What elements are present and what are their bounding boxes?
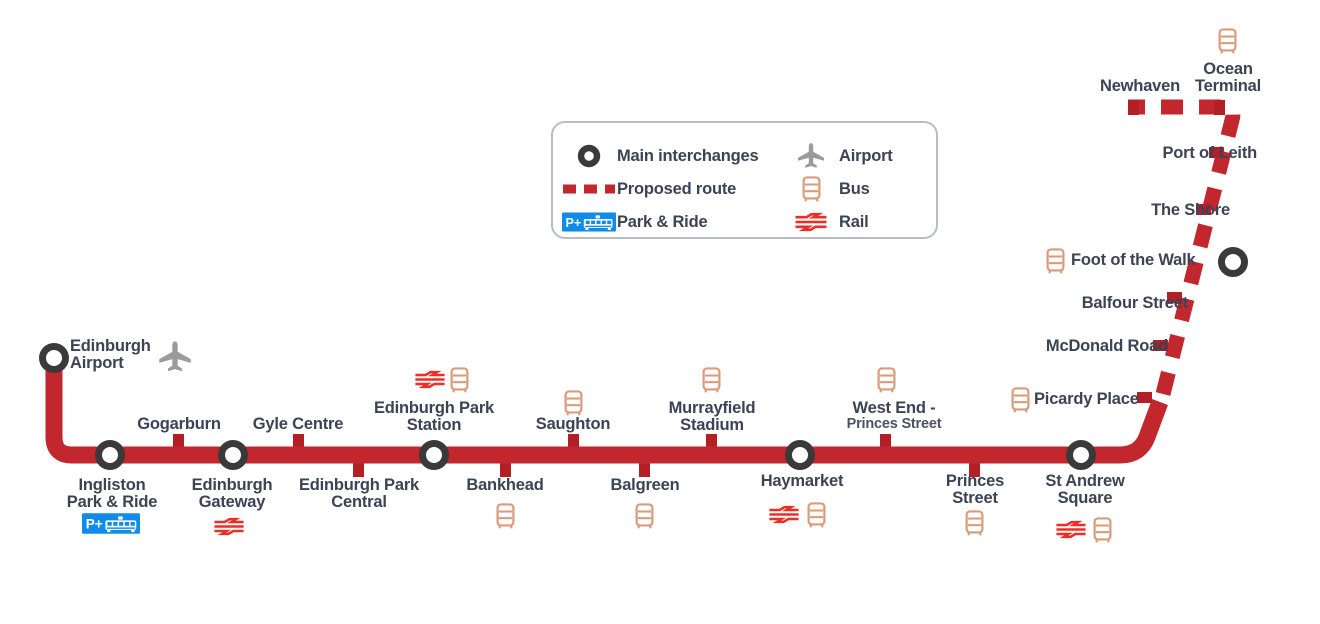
- interchange-marker-st-andrew-square[interactable]: [1066, 440, 1096, 470]
- station-label-edinburgh-airport[interactable]: Edinburgh Airport: [70, 338, 151, 372]
- airport-icon: [783, 142, 839, 170]
- map-icons: [82, 28, 1237, 544]
- rail-icon: [783, 212, 839, 232]
- station-label-edinburgh-park-central[interactable]: Edinburgh Park Central: [299, 477, 419, 511]
- interchange-marker-edinburgh-gateway[interactable]: [218, 440, 248, 470]
- legend-label-proposed-route: Proposed route: [617, 179, 737, 198]
- bus-icon-saughton: [564, 390, 583, 417]
- legend-item-park-and-ride: Park & Ride: [561, 209, 708, 235]
- station-label-port-of-leith[interactable]: Port of Leith: [1162, 145, 1257, 162]
- bus-icon-picardy-place: [1011, 387, 1030, 414]
- station-label-murrayfield-stadium[interactable]: Murrayfield Stadium: [669, 400, 756, 434]
- interchange-marker-haymarket[interactable]: [785, 440, 815, 470]
- legend-item-rail: Rail: [783, 209, 869, 235]
- station-label-balfour-street[interactable]: Balfour Street: [1082, 295, 1189, 312]
- station-label-bankhead[interactable]: Bankhead: [466, 477, 543, 494]
- station-label-west-end-princes-street[interactable]: West End - Princes Street: [847, 400, 942, 432]
- bus-icon-balgreen: [635, 503, 654, 530]
- station-label-princes-street[interactable]: Princes Street: [946, 473, 1004, 507]
- bus-icon-ocean-terminal: [1218, 28, 1237, 55]
- legend-item-main-interchanges: Main interchanges: [561, 143, 759, 169]
- station-label-gogarburn[interactable]: Gogarburn: [137, 416, 221, 433]
- station-label-the-shore[interactable]: The Shore: [1151, 202, 1230, 219]
- interchange-marker-foot-of-the-walk[interactable]: [1218, 247, 1248, 277]
- legend: Main interchanges Proposed route Park & …: [551, 121, 938, 239]
- legend-label-airport: Airport: [839, 146, 893, 165]
- bus-icon-west-end: [877, 367, 896, 394]
- station-label-saughton[interactable]: Saughton: [536, 416, 611, 433]
- dashed-line-icon: [561, 183, 617, 195]
- bus-icon-murrayfield-stadium: [702, 367, 721, 394]
- station-label-balgreen[interactable]: Balgreen: [610, 477, 679, 494]
- tram-network-map: P+: [0, 0, 1320, 624]
- station-label-ingliston-park-and-ride[interactable]: Ingliston Park & Ride: [67, 477, 158, 511]
- legend-label-rail: Rail: [839, 212, 869, 231]
- station-label-ocean-terminal[interactable]: Ocean Terminal: [1195, 61, 1261, 95]
- legend-item-proposed-route: Proposed route: [561, 176, 736, 202]
- rail-icon-st-andrew-square: [1055, 520, 1087, 539]
- station-label-edinburgh-gateway[interactable]: Edinburgh Gateway: [192, 477, 273, 511]
- interchange-marker-edinburgh-airport[interactable]: [39, 343, 69, 373]
- rail-icon-haymarket: [768, 505, 800, 524]
- station-label-haymarket[interactable]: Haymarket: [761, 473, 844, 490]
- rail-icon-edinburgh-gateway: [213, 517, 245, 536]
- station-label-gyle-centre[interactable]: Gyle Centre: [253, 416, 344, 433]
- bus-icon-princes-street: [965, 510, 984, 537]
- bus-icon-edinburgh-park-station: [450, 367, 469, 394]
- airport-icon: [159, 341, 191, 372]
- station-label-picardy-place[interactable]: Picardy Place: [1034, 391, 1139, 408]
- legend-label-bus: Bus: [839, 179, 870, 198]
- legend-item-airport: Airport: [783, 143, 893, 169]
- bus-icon-haymarket: [807, 502, 826, 529]
- bus-icon-foot-of-the-walk: [1046, 248, 1065, 275]
- station-label-foot-of-the-walk[interactable]: Foot of the Walk: [1071, 252, 1196, 269]
- interchange-markers: [39, 247, 1248, 470]
- park-ride-icon: [82, 513, 140, 534]
- legend-label-main-interchanges: Main interchanges: [617, 146, 759, 165]
- bus-icon-st-andrew-square: [1093, 517, 1112, 544]
- rail-icon-edinburgh-park-station: [414, 370, 446, 389]
- interchange-marker-icon: [561, 143, 617, 169]
- park-ride-icon: [561, 212, 617, 232]
- bus-icon: [783, 175, 839, 203]
- bus-icon-bankhead: [496, 503, 515, 530]
- interchange-marker-edinburgh-park-station[interactable]: [419, 440, 449, 470]
- station-label-st-andrew-square[interactable]: St Andrew Square: [1045, 473, 1124, 507]
- existing-route-line: [45, 358, 1168, 464]
- station-label-edinburgh-park-station[interactable]: Edinburgh Park Station: [374, 400, 494, 434]
- interchange-marker-ingliston-park-and-ride[interactable]: [95, 440, 125, 470]
- legend-item-bus: Bus: [783, 175, 870, 203]
- legend-label-park-and-ride: Park & Ride: [617, 212, 708, 231]
- station-label-newhaven[interactable]: Newhaven: [1100, 78, 1180, 95]
- station-label-mcdonald-road[interactable]: McDonald Road: [1046, 338, 1168, 355]
